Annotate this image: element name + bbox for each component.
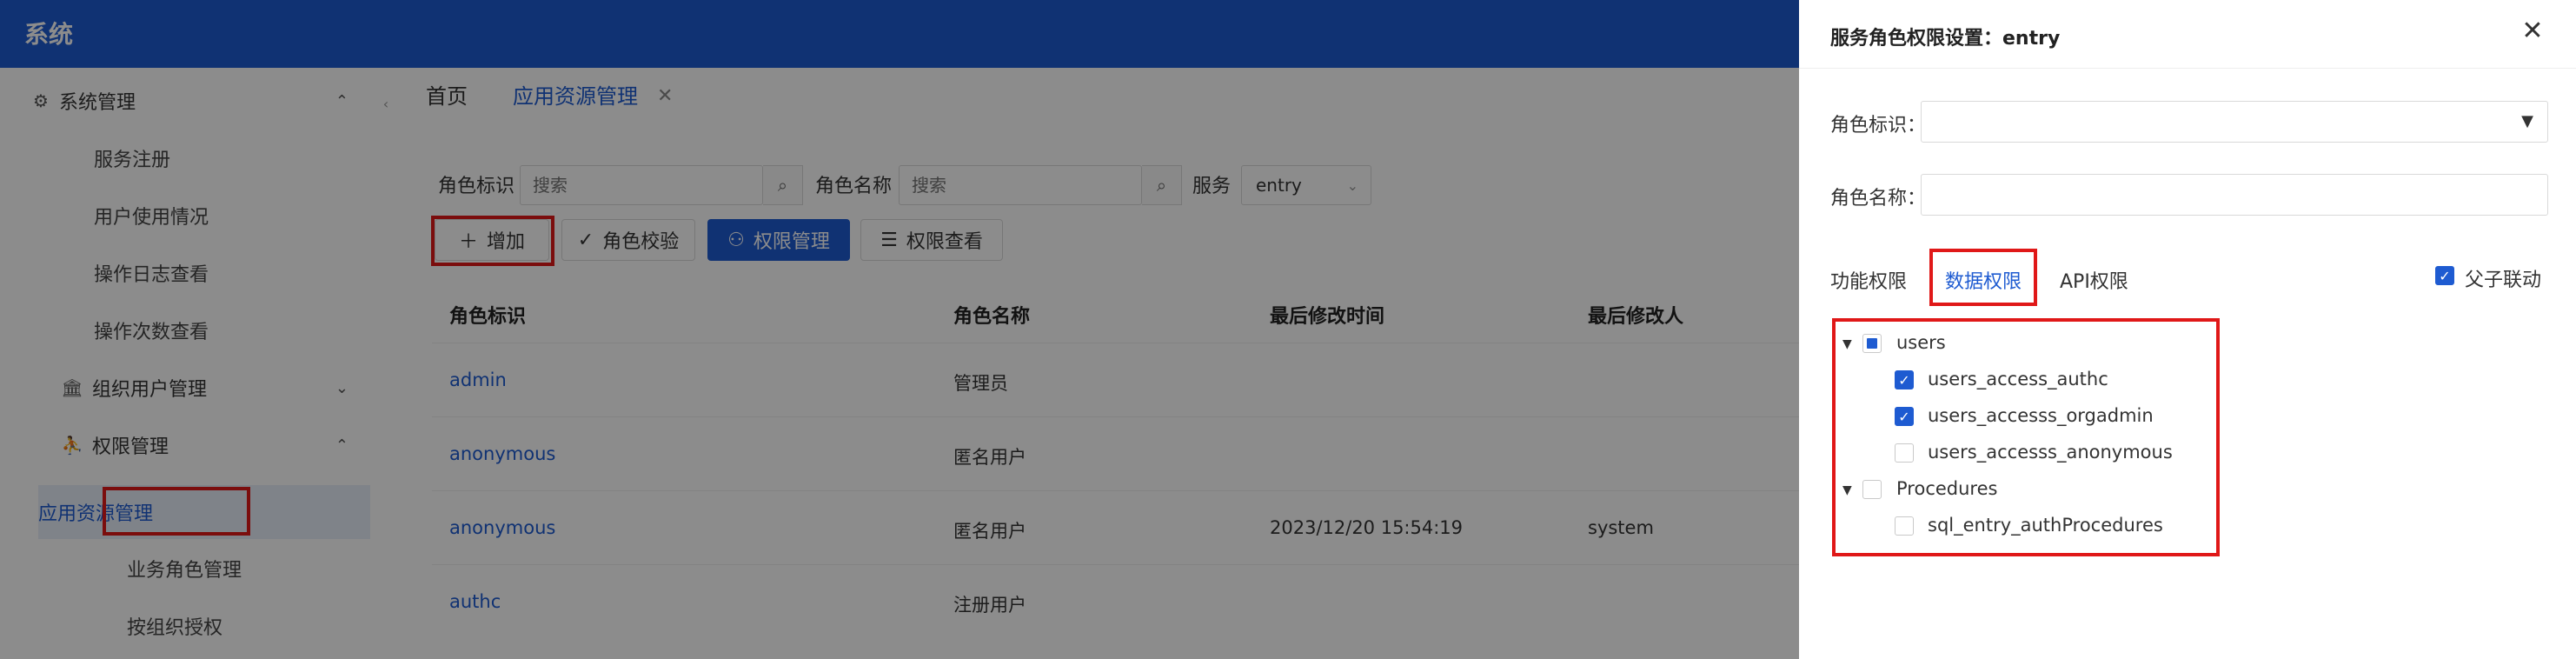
drawer-title: 服务角色权限设置：entry <box>1830 28 2061 50</box>
linkage-checkbox[interactable]: ✓ <box>2435 266 2454 285</box>
tab-api-permission[interactable]: API权限 <box>2060 266 2128 294</box>
highlight-box <box>1929 249 2037 306</box>
role-name-field[interactable] <box>1921 174 2548 216</box>
role-id-select[interactable]: ▼ <box>1921 101 2548 143</box>
app-root: 系统 ⚙ 系统管理 ⌃ 服务注册 用户使用情况 操作日志查看 操作次数查看 🏛 … <box>0 0 2576 659</box>
linkage-label: 父子联动 <box>2465 270 2542 291</box>
tab-function-permission[interactable]: 功能权限 <box>1830 266 1907 294</box>
tree-node-label[interactable]: sql_entry_authProcedures <box>1928 515 2163 536</box>
close-icon[interactable]: ✕ <box>2517 16 2548 47</box>
tree-node-label[interactable]: users_accesss_anonymous <box>1928 442 2173 463</box>
tree-node-label[interactable]: Procedures <box>1896 478 1997 499</box>
caret-down-icon[interactable]: ▼ <box>1842 337 1852 351</box>
tree-node-label[interactable]: users <box>1896 332 1946 353</box>
tree-checkbox[interactable] <box>1862 334 1882 353</box>
tree-checkbox[interactable]: ✓ <box>1895 370 1914 389</box>
tree-checkbox[interactable] <box>1895 516 1914 536</box>
role-id-field-label: 角色标识： <box>1830 115 1927 136</box>
tree-checkbox[interactable]: ✓ <box>1895 407 1914 426</box>
tree-node-label[interactable]: users_access_authc <box>1928 369 2108 389</box>
modal-overlay[interactable] <box>0 0 1799 659</box>
tree-checkbox[interactable] <box>1862 480 1882 499</box>
permission-drawer: 服务角色权限设置：entry ✕ 角色标识： ▼ 角色名称： 功能权限 数据权限… <box>1799 0 2576 659</box>
tree-checkbox[interactable] <box>1895 443 1914 463</box>
caret-down-icon: ▼ <box>2521 112 2533 130</box>
caret-down-icon[interactable]: ▼ <box>1842 483 1852 497</box>
divider <box>1799 68 2576 69</box>
role-name-field-label: 角色名称： <box>1830 188 1927 210</box>
tree-node-label[interactable]: users_accesss_orgadmin <box>1928 405 2154 426</box>
